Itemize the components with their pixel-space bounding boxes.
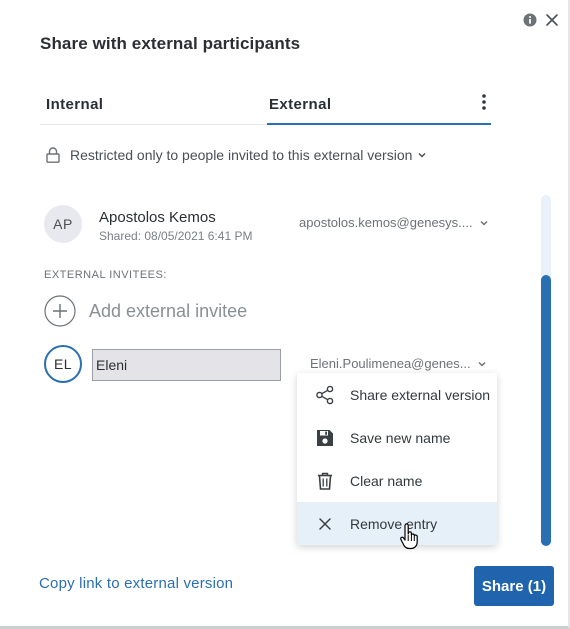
more-options-icon[interactable]: [481, 93, 487, 113]
scrollbar-thumb[interactable]: [541, 275, 551, 546]
close-icon: [319, 517, 331, 530]
trash-icon: [318, 472, 332, 490]
owner-shared-date: Shared: 08/05/2021 6:41 PM: [99, 229, 253, 243]
add-invitee-label: Add external invitee: [89, 300, 248, 321]
chevron-down-icon: [418, 152, 426, 158]
tab-internal[interactable]: Internal: [46, 88, 103, 125]
dialog-title: Share with external participants: [40, 34, 301, 53]
owner-email-dropdown[interactable]: apostolos.kemos@genesys....: [299, 215, 489, 230]
menu-item-label: Save new name: [350, 429, 451, 446]
lock-icon: [46, 147, 60, 163]
owner-avatar: AP: [44, 205, 82, 243]
plus-circle-icon: [44, 295, 76, 327]
share-icon: [316, 385, 334, 404]
share-button[interactable]: Share (1): [474, 566, 554, 606]
info-icon[interactable]: [523, 13, 537, 27]
add-external-invitee-button[interactable]: Add external invitee: [44, 295, 247, 327]
menu-item-label: Share external version: [350, 386, 491, 403]
menu-item-label: Clear name: [350, 472, 423, 489]
menu-item-remove-entry[interactable]: Remove entry: [297, 502, 497, 545]
menu-item-label: Remove entry: [350, 515, 438, 532]
copy-link-button[interactable]: Copy link to external version: [39, 575, 233, 592]
restriction-text: Restricted only to people invited to thi…: [70, 147, 413, 163]
external-invitees-heading: EXTERNAL INVITEES:: [44, 269, 167, 281]
menu-item-clear-name[interactable]: Clear name: [297, 459, 497, 502]
invitee-avatar: EL: [44, 345, 82, 383]
tab-external[interactable]: External: [267, 88, 491, 125]
chevron-down-icon: [480, 220, 488, 226]
hand-cursor-icon: [400, 523, 418, 550]
invitee-email-dropdown[interactable]: Eleni.Poulimenea@genes...: [310, 356, 487, 371]
menu-item-save-new-name[interactable]: Save new name: [297, 416, 497, 459]
owner-email: apostolos.kemos@genesys....: [299, 215, 473, 230]
chevron-down-icon: [478, 361, 486, 367]
share-dialog: Share with external participants Interna…: [0, 0, 570, 629]
owner-name: Apostolos Kemos: [99, 209, 216, 226]
save-icon: [317, 429, 333, 446]
invitee-name-input[interactable]: [92, 349, 281, 381]
close-icon[interactable]: [544, 12, 560, 28]
invitee-context-menu: Share external version Save new name Cle…: [297, 373, 497, 545]
access-restriction-dropdown[interactable]: Restricted only to people invited to thi…: [46, 145, 427, 165]
tab-bar: Internal External: [40, 88, 491, 125]
menu-item-share-external-version[interactable]: Share external version: [297, 373, 497, 416]
invitee-email: Eleni.Poulimenea@genes...: [310, 356, 471, 371]
